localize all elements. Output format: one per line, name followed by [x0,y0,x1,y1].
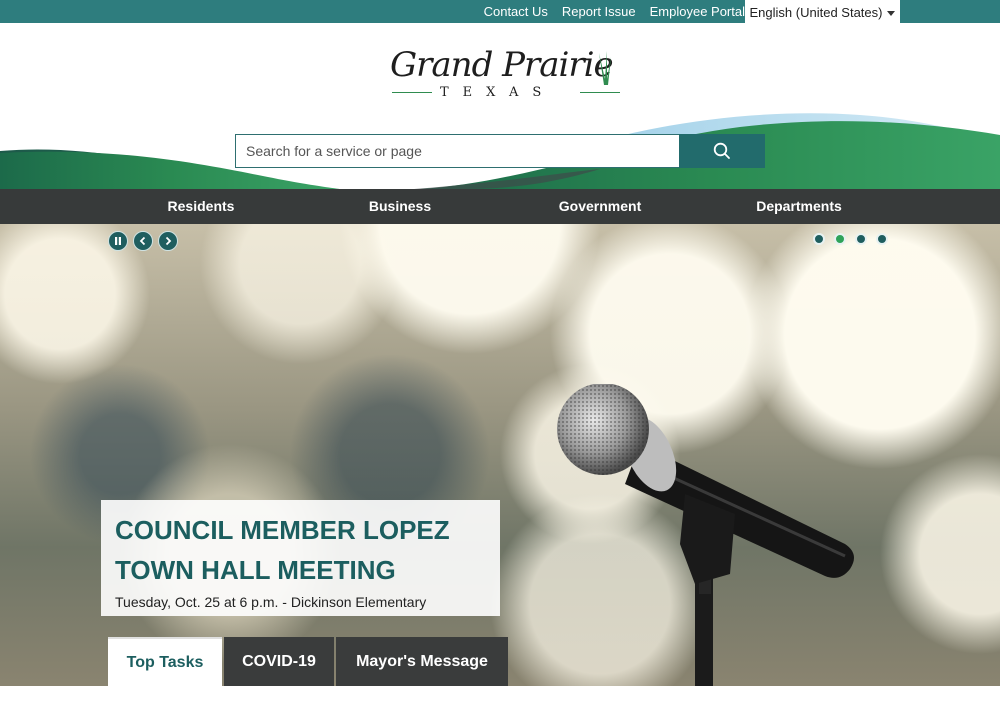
nav-government[interactable]: Government [559,189,641,224]
nav-residents[interactable]: Residents [168,189,235,224]
pause-button[interactable] [108,231,128,251]
search-input[interactable] [235,134,679,168]
nav-business[interactable]: Business [369,189,431,224]
main-nav: Residents Business Government Department… [0,189,1000,224]
hero-caption[interactable]: COUNCIL MEMBER LOPEZ TOWN HALL MEETING T… [101,500,500,616]
grass-icon [599,51,611,85]
chevron-right-icon [165,236,172,246]
slide-dot-2[interactable] [834,233,846,245]
slide-dot-1[interactable] [813,233,825,245]
search-bar [235,134,765,168]
previous-slide-button[interactable] [133,231,153,251]
chevron-left-icon [139,236,146,246]
logo-rule-left [392,92,432,93]
pause-icon [115,237,121,245]
employee-portal-link[interactable]: Employee Portal [650,4,745,19]
nav-departments[interactable]: Departments [756,189,842,224]
utility-links: Contact Us Report Issue Employee Portal [484,0,745,23]
logo-wordmark: Grand Prairie [390,45,614,85]
hero-subtitle: Tuesday, Oct. 25 at 6 p.m. - Dickinson E… [115,594,427,610]
slide-indicators [813,233,888,245]
utility-bar: Contact Us Report Issue Employee Portal … [0,0,1000,24]
logo-rule-right [580,92,620,93]
language-selector[interactable]: English (United States) [745,0,900,24]
content-tabs: Top Tasks COVID-19 Mayor's Message [108,637,508,686]
microphone-image [557,384,854,686]
tab-mayors-message[interactable]: Mayor's Message [336,637,508,686]
tab-covid-19[interactable]: COVID-19 [224,637,334,686]
site-header: Grand Prairie TEXAS [0,23,1000,189]
caret-down-icon [887,10,896,16]
report-issue-link[interactable]: Report Issue [562,4,636,19]
page-bottom-strip [0,686,1000,711]
slide-dot-4[interactable] [876,233,888,245]
carousel-controls [108,231,178,251]
slide-dot-3[interactable] [855,233,867,245]
hero-carousel: COUNCIL MEMBER LOPEZ TOWN HALL MEETING T… [0,224,1000,686]
city-logo[interactable]: Grand Prairie TEXAS [380,45,630,107]
search-icon [713,142,730,159]
search-button[interactable] [679,134,765,168]
next-slide-button[interactable] [158,231,178,251]
hero-title-line-1: COUNCIL MEMBER LOPEZ [115,515,450,545]
tab-top-tasks[interactable]: Top Tasks [108,637,222,686]
logo-state: TEXAS [440,85,556,100]
hero-title-line-2: TOWN HALL MEETING [115,555,396,585]
language-label: English (United States) [749,4,883,20]
contact-us-link[interactable]: Contact Us [484,4,548,19]
